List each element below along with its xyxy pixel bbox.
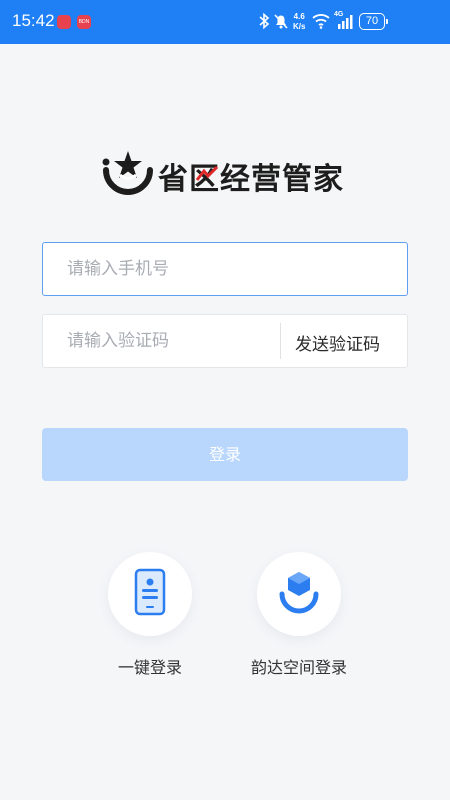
yunda-space-login-circle[interactable] xyxy=(257,552,341,636)
send-code-button[interactable]: 发送验证码 xyxy=(295,330,380,355)
battery-level: 70 xyxy=(359,13,385,30)
notification-app-icon xyxy=(57,15,71,29)
phone-field[interactable] xyxy=(42,242,408,296)
logo-star-icon xyxy=(102,151,153,195)
yunda-space-login-label: 韵达空间登录 xyxy=(250,658,347,677)
notification-badge-icon: BDN xyxy=(77,15,91,29)
status-bar: 15:42 BDN 4.6 K/s 4G 70 xyxy=(0,0,450,44)
phone-icon xyxy=(134,568,166,616)
phone-input[interactable] xyxy=(67,243,387,295)
logo-trend-icon xyxy=(196,166,218,181)
wifi-icon xyxy=(312,14,330,29)
status-time: 15:42 xyxy=(12,11,55,30)
code-divider xyxy=(280,323,281,359)
bluetooth-icon xyxy=(259,12,270,30)
one-tap-login-button[interactable]: 一键登录 xyxy=(105,552,195,678)
login-button[interactable]: 登录 xyxy=(42,428,408,481)
app-title: 省区经营管家 xyxy=(158,162,344,197)
signal-icon xyxy=(338,15,353,29)
battery-tip xyxy=(386,19,388,24)
network-speed: 4.6 K/s xyxy=(293,12,305,32)
mute-bell-icon xyxy=(274,14,288,29)
app-logo: 省区经营管家 xyxy=(100,148,352,197)
one-tap-login-label: 一键登录 xyxy=(117,658,182,677)
speed-unit: K/s xyxy=(293,22,306,31)
speed-value: 4.6 xyxy=(293,12,305,21)
yunda-space-login-button[interactable]: 韵达空间登录 xyxy=(234,552,364,678)
yunda-cube-icon xyxy=(279,572,319,614)
code-input[interactable] xyxy=(67,315,277,367)
one-tap-login-circle[interactable] xyxy=(108,552,192,636)
code-field[interactable]: 发送验证码 xyxy=(42,314,408,368)
